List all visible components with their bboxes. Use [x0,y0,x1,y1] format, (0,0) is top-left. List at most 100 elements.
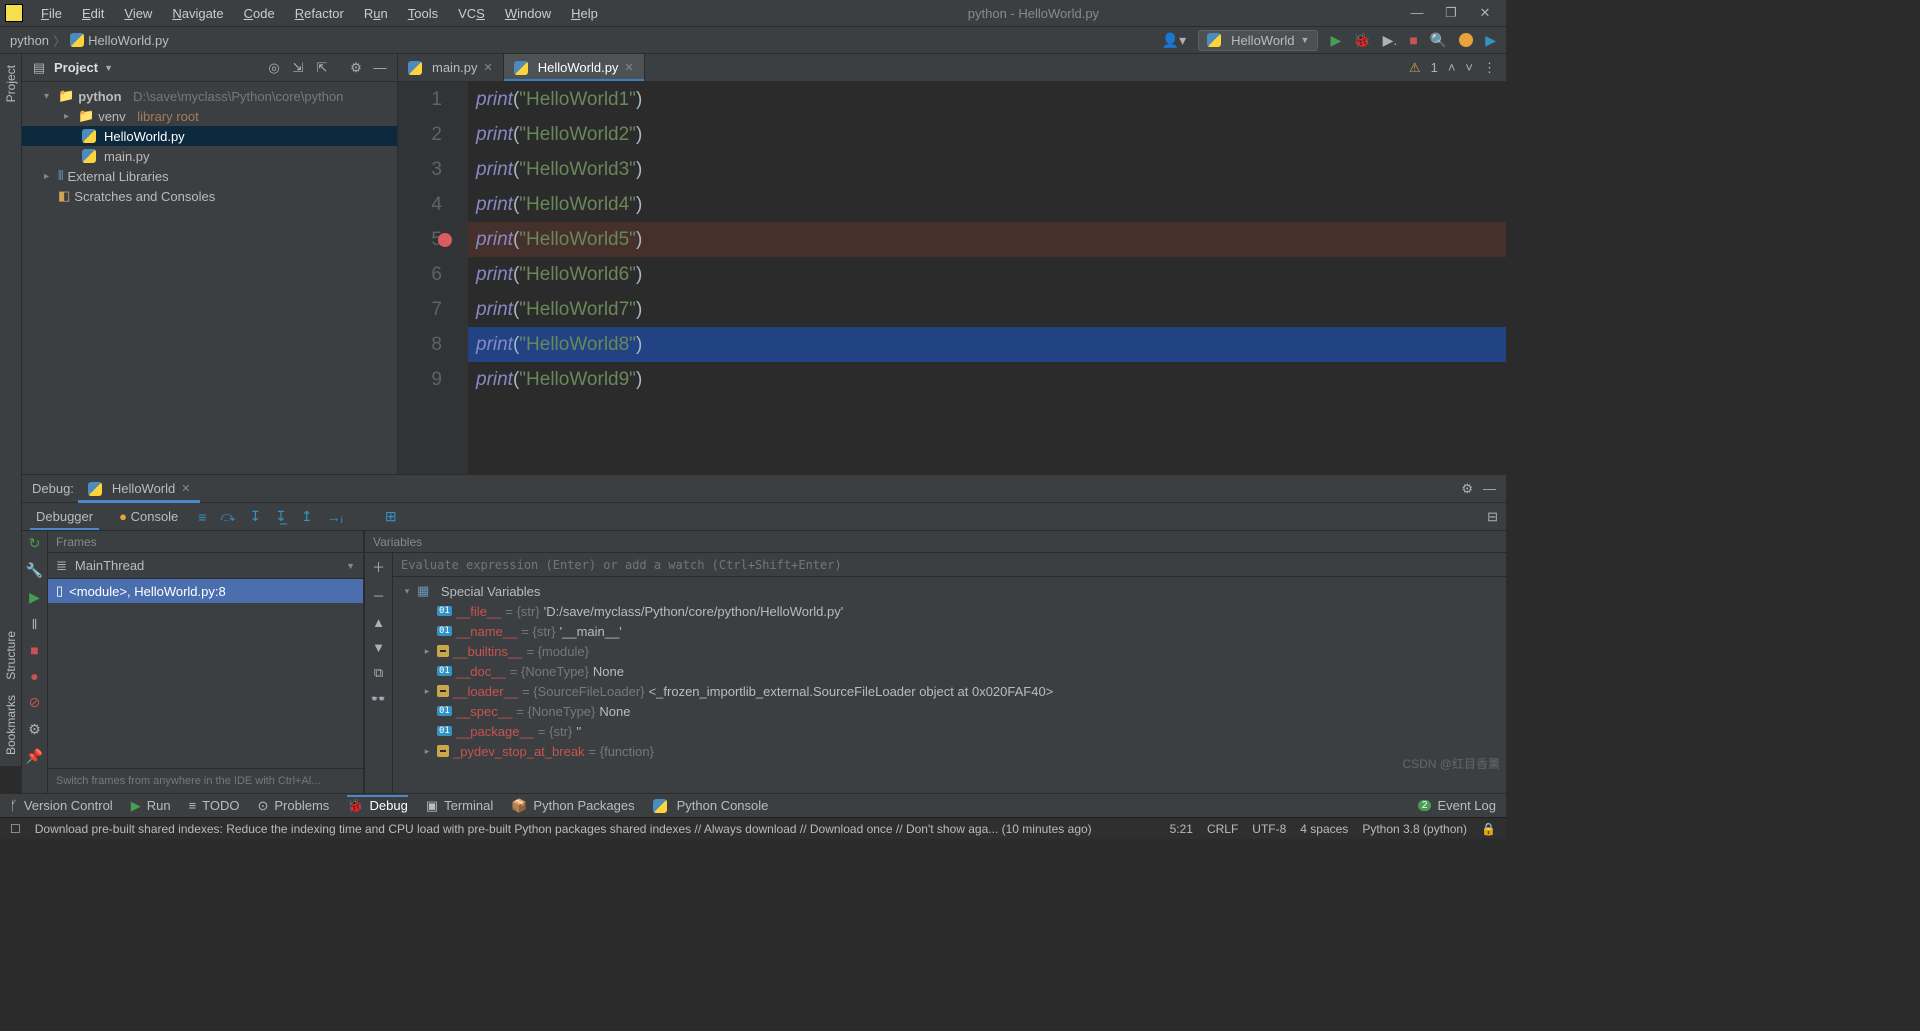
tool-problems[interactable]: ⊙ Problems [257,798,329,814]
sidepanel-bookmarks[interactable]: Bookmarks [4,695,18,755]
breakpoints-icon[interactable]: ● [30,668,38,684]
settings-icon[interactable]: ⚙ [28,721,41,738]
variable-row[interactable]: 01 __doc__ = {NoneType} None [393,661,1506,681]
step-out-icon[interactable]: ↥ [301,508,313,525]
chevron-right-icon[interactable]: ▸ [421,746,433,757]
warning-icon[interactable]: ⚠ [1409,60,1421,76]
add-watch-icon[interactable]: ＋ [372,557,385,576]
copy-icon[interactable]: ⧉ [374,665,383,681]
stop-icon[interactable]: ■ [1409,32,1417,48]
menu-window[interactable]: Window [497,6,559,21]
down-icon[interactable]: ▼ [372,640,385,655]
user-icon[interactable]: 👤▾ [1162,32,1186,49]
expand-icon[interactable]: ⇲ [289,60,307,76]
chevron-right-icon[interactable]: ▸ [421,646,433,657]
sidepanel-structure[interactable]: Structure [4,631,18,680]
caret-pos[interactable]: 5:21 [1170,822,1193,836]
window-maximize[interactable]: ❐ [1443,5,1459,21]
indent[interactable]: 4 spaces [1300,822,1348,836]
step-over-icon[interactable]: ⤼ [220,508,235,525]
editor-gutter[interactable]: 1234 56789 [398,82,468,474]
tree-external-libraries[interactable]: ▸ ⫴ External Libraries [22,166,397,186]
breakpoint-icon[interactable] [438,233,452,247]
glasses-icon[interactable]: 👓 [370,691,386,707]
tree-scratches[interactable]: ◧ Scratches and Consoles [22,186,397,206]
variable-row[interactable]: 01 __package__ = {str} '' [393,721,1506,741]
lock-icon[interactable]: 🔒 [1481,822,1496,836]
project-tree[interactable]: ▾ 📁 python D:\save\myclass\Python\core\p… [22,82,397,210]
encoding[interactable]: UTF-8 [1252,822,1286,836]
menu-tools[interactable]: Tools [400,6,446,21]
stack-frame[interactable]: ▯ <module>, HelloWorld.py:8 [48,579,363,603]
more-icon[interactable]: ⋮ [1483,60,1496,76]
target-icon[interactable]: ◎ [265,60,283,76]
editor-code[interactable]: print("HelloWorld1") print("HelloWorld2"… [468,82,1506,474]
menu-file[interactable]: File [33,6,70,21]
close-icon[interactable]: ✕ [181,482,190,495]
collapse-icon[interactable]: ⇱ [313,60,331,76]
variable-row[interactable]: 01 __spec__ = {NoneType} None [393,701,1506,721]
debug-tab-config[interactable]: HelloWorld ✕ [78,475,201,502]
tool-event-log[interactable]: 2 Event Log [1418,798,1496,813]
chevron-down-icon[interactable]: ▾ [401,586,413,597]
tool-run[interactable]: ▶ Run [131,798,171,814]
menu-run[interactable]: Run [356,6,396,21]
hide-icon[interactable]: — [1483,481,1496,497]
close-icon[interactable]: ✕ [624,61,633,74]
run-to-cursor-icon[interactable]: →ᵢ [327,509,343,525]
resume-icon[interactable]: ▶ [29,589,40,606]
chevron-down-icon[interactable]: ▾ [44,91,54,102]
stop-icon[interactable]: ■ [30,642,38,658]
up-icon[interactable]: ▲ [372,615,385,630]
run-anything-icon[interactable]: ▶ [1485,32,1496,49]
step-into-my-icon[interactable]: ↧̲ [275,508,287,525]
gear-icon[interactable]: ⚙ [347,60,365,76]
chevron-down-icon[interactable]: ˅ [1465,60,1473,75]
chevron-right-icon[interactable]: ▸ [421,686,433,697]
tool-terminal[interactable]: ▣ Terminal [426,798,493,814]
run-icon[interactable]: ▶ [1330,32,1341,49]
pause-icon[interactable]: ‖ [32,616,38,632]
stack-icon[interactable]: ≡ [198,509,206,525]
debug-icon[interactable]: 🐞 [1353,32,1370,49]
menu-refactor[interactable]: Refactor [287,6,352,21]
gear-icon[interactable]: ⚙ [1461,481,1473,497]
window-minimize[interactable]: — [1409,5,1425,21]
debugger-subtab[interactable]: Debugger [30,503,99,530]
special-variables-group[interactable]: ▾ ▦ Special Variables [393,581,1506,601]
calculator-icon[interactable]: ⊞ [385,508,397,525]
breadcrumb-file[interactable]: HelloWorld.py [70,33,169,48]
status-icon[interactable]: ☐ [10,822,21,836]
sidepanel-project[interactable]: Project [4,65,18,102]
pin-icon[interactable]: 📌 [26,748,43,765]
tool-todo[interactable]: ≡ TODO [189,798,240,813]
menu-view[interactable]: View [116,6,160,21]
status-message[interactable]: Download pre-built shared indexes: Reduc… [35,822,1156,836]
mute-bp-icon[interactable]: ⊘ [29,694,41,711]
tool-python-console[interactable]: Python Console [653,798,769,813]
menu-edit[interactable]: Edit [74,6,112,21]
menu-help[interactable]: Help [563,6,606,21]
window-close[interactable]: ✕ [1477,5,1493,21]
variable-row[interactable]: 01 __file__ = {str} 'D:/save/myclass/Pyt… [393,601,1506,621]
chevron-right-icon[interactable]: ▸ [64,111,74,122]
chevron-right-icon[interactable]: ▸ [44,171,54,182]
breadcrumb-project[interactable]: python [10,33,49,48]
tool-debug[interactable]: 🐞 Debug [347,798,408,814]
thread-row[interactable]: ≣ MainThread ▼ [48,553,363,579]
variable-row[interactable]: 01 __name__ = {str} '__main__' [393,621,1506,641]
menu-code[interactable]: Code [236,6,283,21]
console-subtab[interactable]: ● Console [113,503,184,530]
tool-python-packages[interactable]: 📦 Python Packages [511,798,634,814]
wrench-icon[interactable]: 🔧 [26,562,43,579]
coverage-icon[interactable]: ▶. [1383,32,1398,49]
rerun-icon[interactable]: ↻ [29,535,41,552]
menu-navigate[interactable]: Navigate [164,6,231,21]
evaluate-expression-input[interactable] [401,558,1498,572]
layout-icon[interactable]: ⊟ [1487,509,1498,525]
tab-main[interactable]: main.py ✕ [398,54,504,81]
menu-vcs[interactable]: VCS [450,6,493,21]
interpreter[interactable]: Python 3.8 (python) [1362,822,1467,836]
bulb-icon[interactable] [1459,33,1473,47]
tab-helloworld[interactable]: HelloWorld.py ✕ [504,54,645,81]
